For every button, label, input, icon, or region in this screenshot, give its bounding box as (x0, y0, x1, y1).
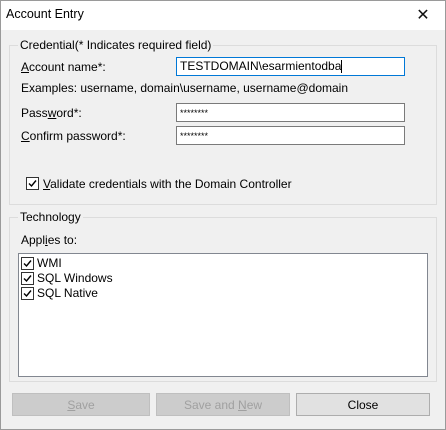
account-name-label: Account name*: (21, 60, 106, 74)
account-name-value: TESTDOMAIN\esarmientodba (180, 59, 342, 73)
confirm-password-label: Confirm password*: (21, 129, 126, 143)
account-name-input[interactable]: TESTDOMAIN\esarmientodba (176, 57, 405, 76)
sql-native-checkbox[interactable] (21, 287, 34, 300)
checkmark-icon (28, 180, 37, 188)
save-button-label: Save (67, 397, 95, 412)
password-value: ******** (180, 108, 209, 118)
account-examples-text: Examples: username, domain\username, use… (21, 81, 349, 95)
list-item-sql-windows[interactable]: SQL Windows (21, 271, 421, 287)
checkmark-icon (23, 275, 32, 283)
checkmark-icon (23, 260, 32, 268)
sql-windows-checkbox[interactable] (21, 272, 34, 285)
save-button[interactable]: Save (12, 393, 150, 416)
list-item-sql-native[interactable]: SQL Native (21, 286, 421, 302)
credential-legend: Credential(* Indicates required field) (18, 38, 214, 52)
confirm-password-input[interactable]: ******** (176, 126, 405, 145)
confirm-password-value: ******** (180, 131, 209, 141)
list-item-wmi[interactable]: WMI (21, 256, 421, 272)
close-button-label: Close (347, 397, 379, 412)
checkmark-icon (23, 290, 32, 298)
technology-legend: Technology (18, 210, 83, 224)
validate-credentials-checkbox[interactable] (26, 177, 39, 190)
save-and-new-button-label: Save and New (183, 397, 263, 412)
sql-windows-label: SQL Windows (37, 271, 113, 285)
window-title: Account Entry (6, 7, 84, 21)
title-bar: Account Entry ✕ (0, 0, 446, 30)
password-input[interactable]: ******** (176, 103, 405, 122)
sql-native-label: SQL Native (37, 286, 98, 300)
wmi-label: WMI (37, 256, 62, 270)
save-and-new-button[interactable]: Save and New (156, 393, 290, 416)
close-button[interactable]: Close (296, 393, 430, 416)
technology-listbox[interactable]: WMI SQL Windows SQL Native (18, 253, 428, 377)
text-cursor (341, 60, 343, 74)
wmi-checkbox[interactable] (21, 257, 34, 270)
password-label: Password*: (21, 106, 82, 120)
validate-credentials-label[interactable]: Validate credentials with the Domain Con… (43, 177, 292, 191)
close-icon: ✕ (416, 7, 430, 24)
applies-to-label: Applies to: (21, 233, 78, 247)
close-window-button[interactable]: ✕ (400, 0, 446, 30)
